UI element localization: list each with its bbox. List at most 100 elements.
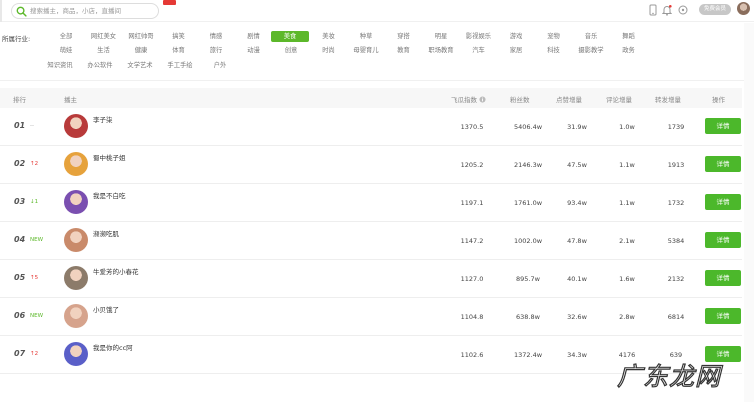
industry-tag[interactable]: 全部 [49,31,83,42]
th-likes[interactable]: 点赞增量 [556,94,582,104]
industry-tag[interactable]: 职场教育 [424,45,458,56]
rank-number: 04 [14,235,26,244]
host-name[interactable]: 牛爱芳的小春花 [93,266,139,276]
industry-tag[interactable]: 汽车 [462,45,496,56]
host-name[interactable]: 蜀中桃子姐 [93,152,126,162]
cell-shares: 1732 [667,199,685,207]
rank-number: 05 [14,273,26,282]
detail-button[interactable]: 详情 [705,308,741,324]
cell-shares: 1739 [667,123,685,131]
hot-badge [163,0,176,5]
detail-button[interactable]: 详情 [705,232,741,248]
cell-likes: 47.5w [567,161,587,169]
cell-comments: 1.0w [619,123,635,131]
search-icon [16,6,27,17]
industry-tag[interactable]: 搞笑 [162,31,196,42]
cell-comments: 1.1w [619,199,635,207]
host-avatar[interactable] [64,190,88,214]
detail-button[interactable]: 详情 [705,156,741,172]
cell-fans: 895.7w [516,275,540,283]
industry-tag[interactable]: 家居 [499,45,533,56]
bell-icon[interactable] [662,4,672,16]
host-name[interactable]: 我是不白吃 [93,190,126,200]
industry-tag[interactable]: 明星 [424,31,458,42]
table-row[interactable]: 01 -- 李子柒 1370.5 5406.4w 31.9w 1.0w 1739 详情 [0,108,742,146]
industry-tag[interactable]: 时尚 [312,45,346,56]
host-name[interactable]: 小贝饿了 [93,304,119,314]
industry-tag[interactable]: 旅行 [199,45,233,56]
industry-tag[interactable]: 音乐 [574,31,608,42]
th-index[interactable]: 飞瓜指数 [451,94,486,104]
industry-tag[interactable]: 体育 [162,45,196,56]
th-fans[interactable]: 粉丝数 [510,94,530,104]
industry-tag[interactable]: 教育 [387,45,421,56]
industry-tag[interactable]: 知识资讯 [43,60,77,71]
industry-tag[interactable]: 萌娃 [49,45,83,56]
industry-tag[interactable]: 穿搭 [387,31,421,42]
industry-tag[interactable]: 生活 [87,45,121,56]
table-row[interactable]: 06 NEW 小贝饿了 1104.8 638.8w 32.6w 2.8w 6814 详情 [0,298,742,336]
top-bar: 免费会员 [0,0,754,22]
industry-tag[interactable]: 舞蹈 [612,31,646,42]
industry-tag[interactable]: 政务 [612,45,646,56]
rank-number: 07 [14,349,26,358]
cell-likes: 47.8w [567,237,587,245]
host-name[interactable]: 我是你的cc阿 [93,342,133,352]
scrollbar[interactable] [744,23,754,402]
cell-shares: 1913 [667,161,685,169]
industry-tag[interactable]: 摄影教学 [574,45,608,56]
detail-button[interactable]: 详情 [705,194,741,210]
industry-tag[interactable]: 手工手绘 [163,60,197,71]
cell-comments: 1.1w [619,161,635,169]
industry-tag[interactable]: 健康 [124,45,158,56]
help-icon[interactable] [678,4,688,16]
industry-tag[interactable]: 科技 [537,45,571,56]
th-comments[interactable]: 评论增量 [606,94,632,104]
industry-tag[interactable]: 网红帅哥 [124,31,158,42]
table-row[interactable]: 04 NEW 濒濒吃肌 1147.2 1002.0w 47.8w 2.1w 5384 详情 [0,222,742,260]
member-button[interactable]: 免费会员 [699,4,731,15]
industry-tag[interactable]: 种草 [349,31,383,42]
rank-change: ↑2 [30,161,39,167]
industry-tag[interactable]: 动漫 [237,45,271,56]
detail-button[interactable]: 详情 [705,118,741,134]
industry-tag[interactable]: 美妆 [312,31,346,42]
industry-tag[interactable]: 办公软件 [83,60,117,71]
industry-tag[interactable]: 影视娱乐 [462,31,496,42]
host-name[interactable]: 濒濒吃肌 [93,228,119,238]
host-avatar[interactable] [64,228,88,252]
industry-tag[interactable]: 情感 [199,31,233,42]
host-avatar[interactable] [64,114,88,138]
industry-tag[interactable]: 母婴育儿 [349,45,383,56]
user-avatar[interactable] [737,2,750,15]
host-name[interactable]: 李子柒 [93,114,113,124]
rank-number: 06 [14,311,26,320]
industry-tag[interactable]: 户外 [203,60,237,71]
search-box[interactable] [11,3,159,19]
cell-comments: 2.8w [619,313,635,321]
info-icon[interactable] [479,96,486,103]
industry-tag[interactable]: 创意 [274,45,308,56]
cell-fans: 1002.0w [513,237,543,245]
th-shares[interactable]: 转发增量 [655,94,681,104]
host-avatar[interactable] [64,342,88,366]
detail-button[interactable]: 详情 [705,270,741,286]
th-rank: 排行 [13,96,26,104]
phone-icon[interactable] [648,4,658,16]
industry-tag[interactable]: 美食 [271,31,309,42]
industry-tag[interactable]: 剧情 [237,31,271,42]
table-row[interactable]: 05 ↑5 牛爱芳的小春花 1127.0 895.7w 40.1w 1.6w 2132 详情 [0,260,742,298]
host-avatar[interactable] [64,152,88,176]
table-row[interactable]: 02 ↑2 蜀中桃子姐 1205.2 2146.3w 47.5w 1.1w 1913 详情 [0,146,742,184]
th-index-label: 飞瓜指数 [451,96,477,104]
host-avatar[interactable] [64,266,88,290]
search-input[interactable] [30,7,155,15]
industry-tag[interactable]: 游戏 [499,31,533,42]
industry-tag[interactable]: 网红美女 [87,31,121,42]
table-row[interactable]: 03 ↓1 我是不白吃 1197.1 1761.0w 93.4w 1.1w 1732 详情 [0,184,742,222]
rank-change: -- [30,123,34,129]
industry-tag[interactable]: 文学艺术 [123,60,157,71]
industry-tag[interactable]: 宠物 [537,31,571,42]
cell-index: 1102.6 [460,351,484,359]
host-avatar[interactable] [64,304,88,328]
